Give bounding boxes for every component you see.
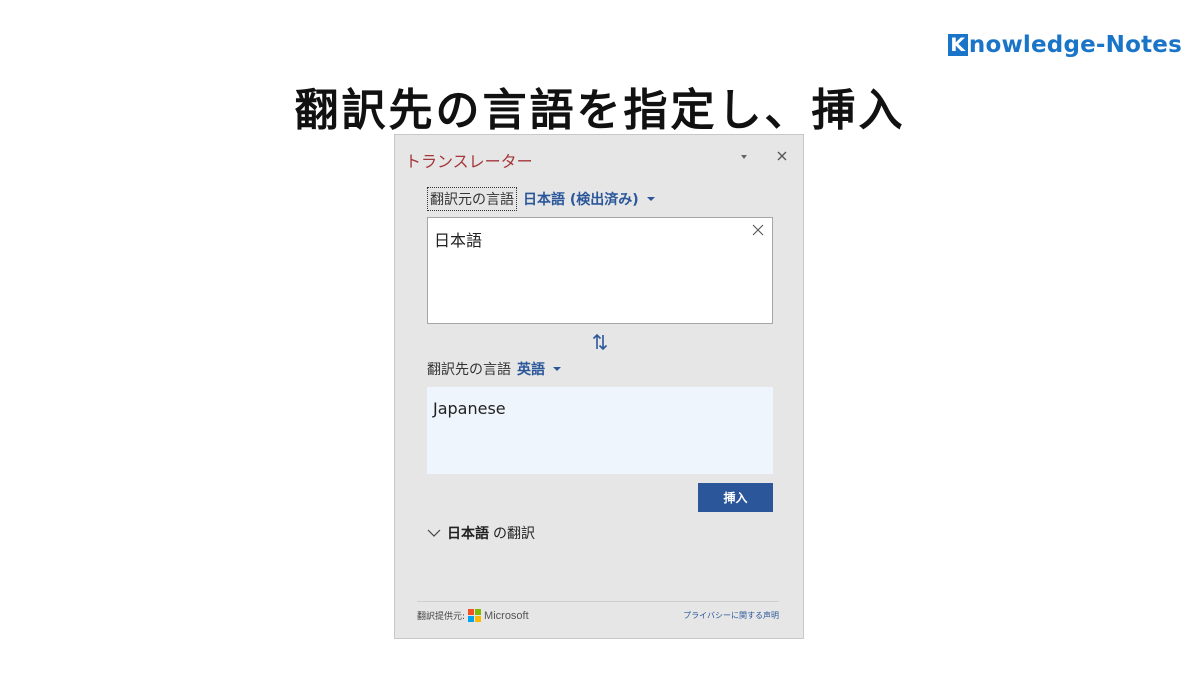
caret-down-icon (553, 367, 561, 371)
swap-arrows-icon[interactable] (590, 332, 610, 352)
translator-pane: トランスレーター 翻訳元の言語 日本語 (検出済み) 日本語 翻訳先の言語 英語… (394, 134, 804, 639)
translation-text: Japanese (433, 399, 506, 418)
target-language-row: 翻訳先の言語 英語 (427, 359, 561, 379)
source-text-input[interactable]: 日本語 (427, 217, 773, 324)
source-language-value: 日本語 (検出済み) (523, 192, 639, 208)
chevron-down-icon[interactable] (737, 150, 751, 164)
source-language-row: 翻訳元の言語 日本語 (検出済み) (427, 187, 655, 211)
provider-name: Microsoft (484, 609, 529, 622)
caret-down-icon (646, 197, 655, 201)
microsoft-logo-icon (468, 609, 482, 622)
clear-text-icon[interactable] (752, 224, 764, 236)
translation-output: Japanese (427, 387, 773, 474)
brand-logo-k: K (947, 34, 968, 56)
pane-title: トランスレーター (405, 152, 533, 171)
translation-details-expander[interactable]: 日本語 の翻訳 (427, 523, 535, 543)
footer-divider (417, 601, 779, 602)
target-language-dropdown[interactable]: 英語 (517, 359, 561, 379)
expander-label: の翻訳 (493, 526, 535, 542)
target-language-label: 翻訳先の言語 (427, 362, 511, 378)
brand-logo: K nowledge-Notes (947, 32, 1182, 58)
chevron-down-icon (427, 529, 441, 537)
target-language-value: 英語 (517, 362, 545, 378)
expander-language: 日本語 (447, 526, 489, 542)
slide-headline: 翻訳先の言語を指定し、挿入 (294, 85, 906, 136)
brand-logo-text: nowledge-Notes (968, 32, 1182, 58)
slide: K nowledge-Notes 翻訳先の言語を指定し、挿入 トランスレーター … (0, 0, 1200, 675)
source-text: 日本語 (434, 231, 483, 250)
privacy-statement-link[interactable]: プライバシーに関する声明 (683, 610, 779, 621)
source-language-dropdown[interactable]: 日本語 (検出済み) (523, 189, 655, 209)
source-language-label: 翻訳元の言語 (427, 187, 517, 211)
close-icon[interactable] (775, 149, 789, 163)
insert-button[interactable]: 挿入 (698, 483, 773, 512)
provider-attribution: 翻訳提供元: Microsoft (417, 609, 529, 622)
provider-label: 翻訳提供元: (417, 612, 466, 622)
